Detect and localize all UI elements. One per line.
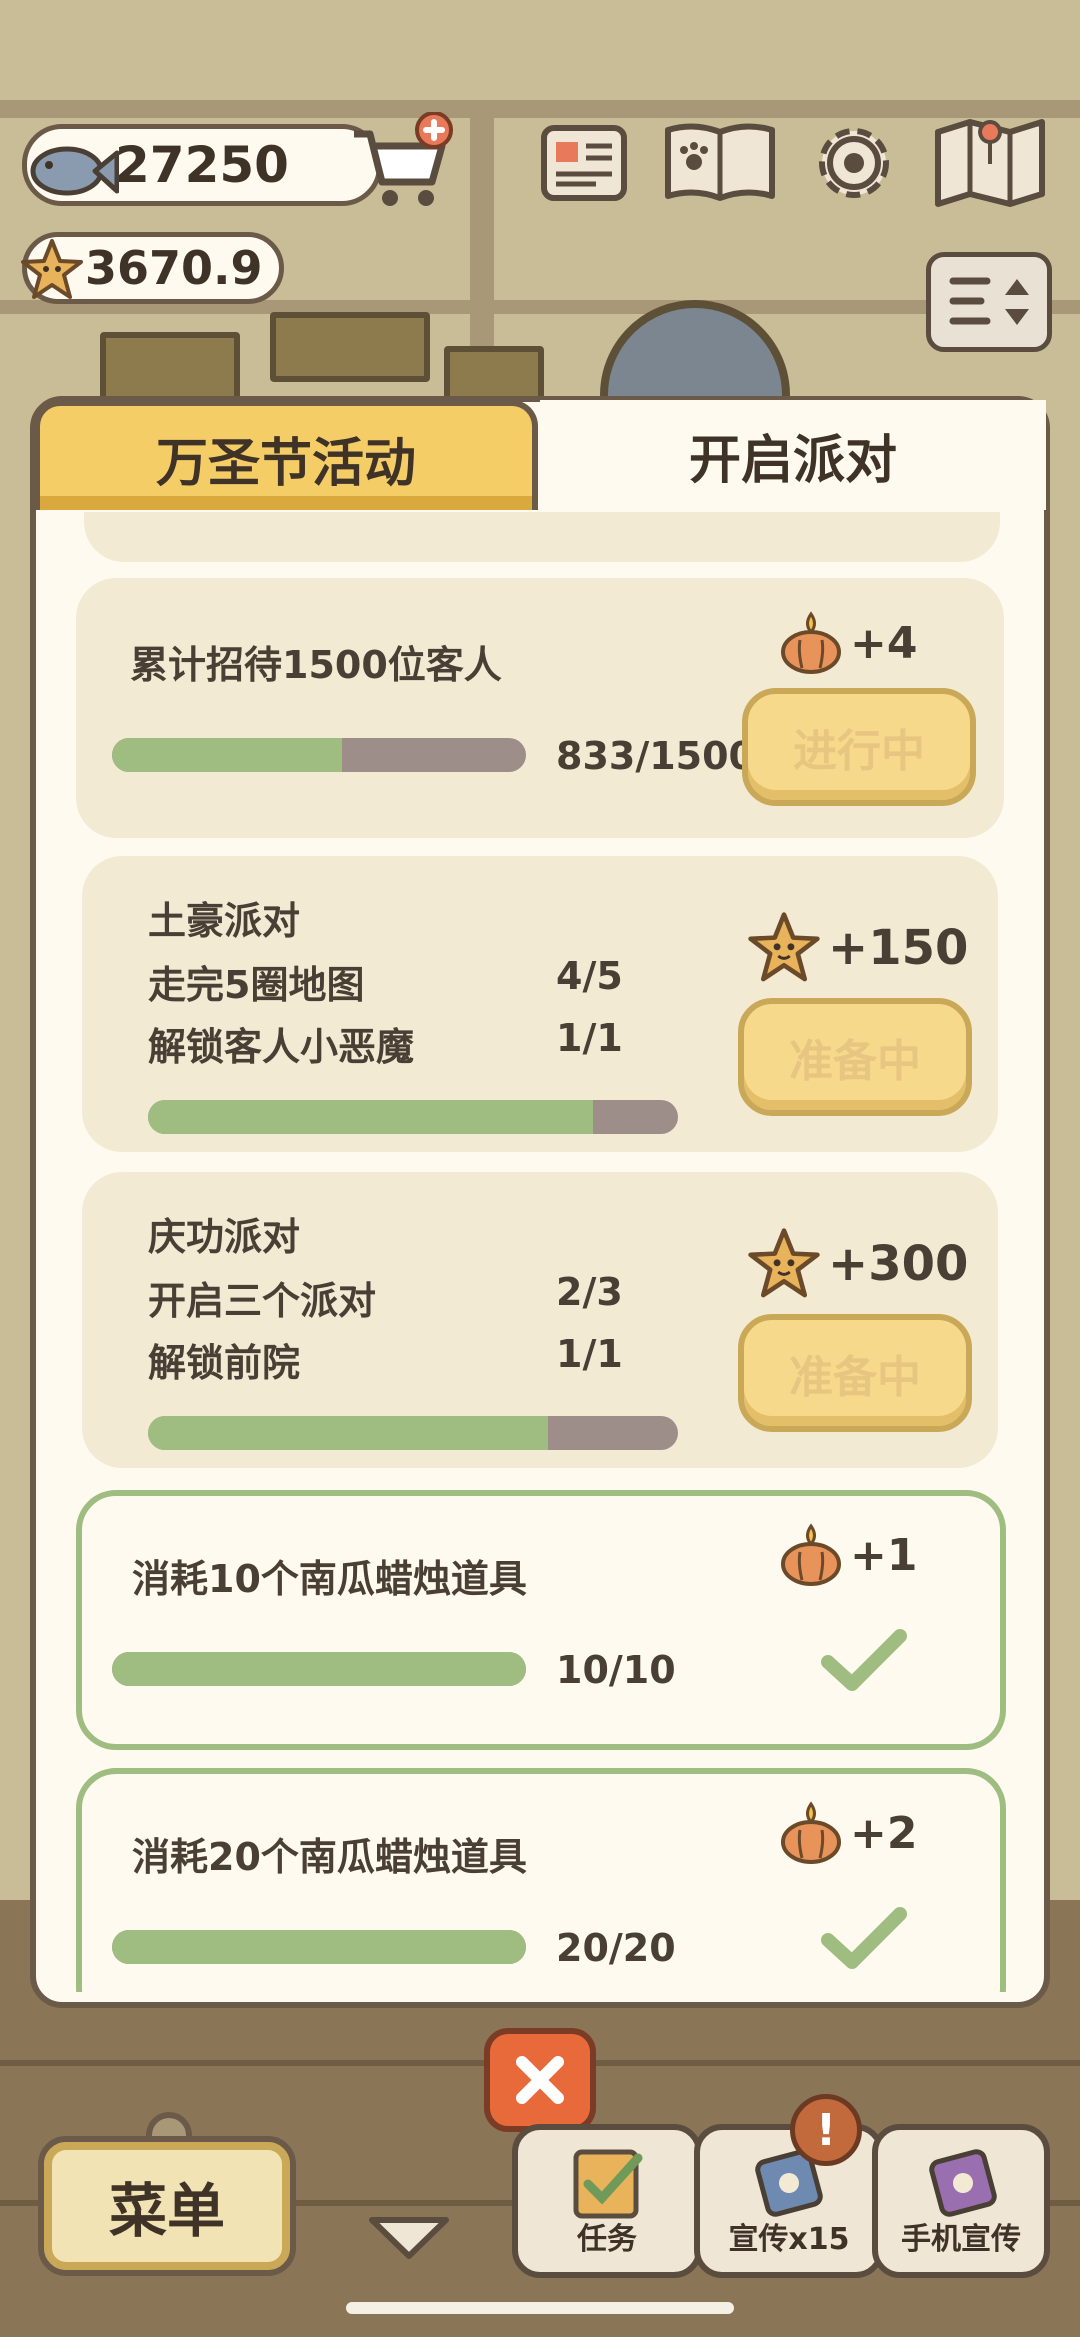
cart-plus-icon[interactable] [346,112,454,212]
requirement-count: 1/1 [556,1332,623,1376]
star-face-icon [748,1228,820,1298]
progress-bar [148,1100,678,1134]
star-face-icon [21,239,83,299]
state-label: 进行中 [793,726,925,777]
phone-promo-label: 手机宣传 [901,2222,1021,2257]
close-button[interactable] [484,2028,596,2132]
star-face-icon [748,912,820,982]
star-count: 3670.9 [85,241,263,295]
task-button[interactable]: 任务 [512,2124,702,2278]
map-icon[interactable] [932,118,1048,208]
progress-text: 833/1500 [556,734,755,778]
task-card-completed: 消耗10个南瓜蜡烛道具 +1 10/10 [76,1490,1006,1750]
task-card: 累计招待1500位客人 +4 833/1500 进行中 [76,578,1004,838]
task-title: 累计招待1500位客人 [130,643,502,687]
wall-frame-cross [100,332,240,402]
task-card: 庆功派对 开启三个派对 2/3 解锁前院 1/1 +300 准备中 [82,1172,998,1468]
task-title: 土豪派对 [148,899,301,943]
requirement-label: 开启三个派对 [148,1279,377,1323]
clipboard-check-icon [573,2149,643,2219]
reward-amount: +150 [828,920,969,976]
progress-fill [148,1100,594,1134]
task-label: 任务 [577,2222,637,2257]
state-label: 准备中 [789,1352,921,1403]
requirement-label: 解锁客人小恶魔 [148,1025,415,1069]
state-label: 准备中 [789,1036,921,1087]
progress-bar [112,1652,526,1686]
menu-button[interactable]: 菜单 [38,2136,296,2276]
requirement-count: 2/3 [556,1270,623,1314]
progress-fill [112,1652,526,1686]
tab-halloween-event[interactable]: 万圣节活动 [34,400,538,510]
chevron-down-icon[interactable] [366,2212,452,2262]
progress-fill [112,1930,526,1964]
task-reward: +4 [778,610,917,676]
ceiling-beam [0,100,1080,118]
task-list[interactable]: 累计招待1500位客人 +4 833/1500 进行中 土豪派对 走完5圈地图 … [36,512,1044,1992]
progress-fill [148,1416,549,1450]
promo-label: 宣传x15 [728,2222,850,2257]
menu-label: 菜单 [108,2177,225,2245]
alert-badge: ! [790,2094,862,2166]
fish-icon [30,146,119,196]
task-card-completed: 消耗20个南瓜蜡烛道具 +2 20/20 [76,1768,1006,1992]
tab-start-party[interactable]: 开启派对 [540,400,1046,510]
task-title: 消耗20个南瓜蜡烛道具 [132,1835,527,1879]
fish-count: 27250 [115,136,289,194]
pumpkin-candle-icon [781,1523,841,1586]
progress-text: 10/10 [556,1648,676,1692]
task-title: 消耗10个南瓜蜡烛道具 [132,1557,527,1601]
progress-bar [112,1930,526,1964]
task-reward: +2 [778,1800,917,1866]
tab-label: 开启派对 [688,430,897,491]
fish-currency: 27250 [22,124,382,206]
gear-icon[interactable] [806,118,902,208]
task-card: 土豪派对 走完5圈地图 4/5 解锁客人小恶魔 1/1 +150 准备中 [82,856,998,1152]
star-currency: 3670.9 [21,232,284,304]
wall-frame-fishbone [270,312,430,382]
sort-icon [949,277,1029,325]
checkmark-icon [821,1629,907,1691]
progress-text: 20/20 [556,1926,676,1970]
progress-fill [112,738,342,772]
task-reward: +1 [778,1522,917,1588]
close-icon [516,2056,564,2104]
in-progress-button[interactable]: 进行中 [742,688,976,806]
pawprint-book-icon[interactable] [660,118,780,208]
requirement-count: 1/1 [556,1016,623,1060]
phone-promo-button[interactable]: 手机宣传 [872,2124,1050,2278]
home-indicator[interactable] [346,2302,734,2314]
pumpkin-candle-icon [781,1801,841,1864]
reward-amount: +1 [850,1529,918,1581]
requirement-label: 走完5圈地图 [148,963,365,1007]
sort-toggle-button[interactable] [926,252,1052,352]
progress-bar [148,1416,678,1450]
task-reward: +300 [746,1226,968,1302]
reward-amount: +2 [850,1807,918,1859]
tab-label: 万圣节活动 [155,433,416,494]
progress-bar [112,738,526,772]
preparing-button[interactable]: 准备中 [738,1314,972,1432]
preparing-button[interactable]: 准备中 [738,998,972,1116]
requirement-label: 解锁前院 [148,1341,301,1385]
task-title: 庆功派对 [148,1215,301,1259]
task-reward: +150 [746,910,968,986]
reward-amount: +4 [850,617,918,669]
newspaper-icon[interactable] [536,118,632,208]
requirement-count: 4/5 [556,954,623,998]
phone-promo-icon [929,2149,997,2217]
reward-amount: +300 [828,1236,969,1292]
list-item-partial [84,512,1000,562]
checkmark-icon [821,1907,907,1969]
badge-text: ! [815,2104,837,2156]
pumpkin-candle-icon [781,611,841,674]
